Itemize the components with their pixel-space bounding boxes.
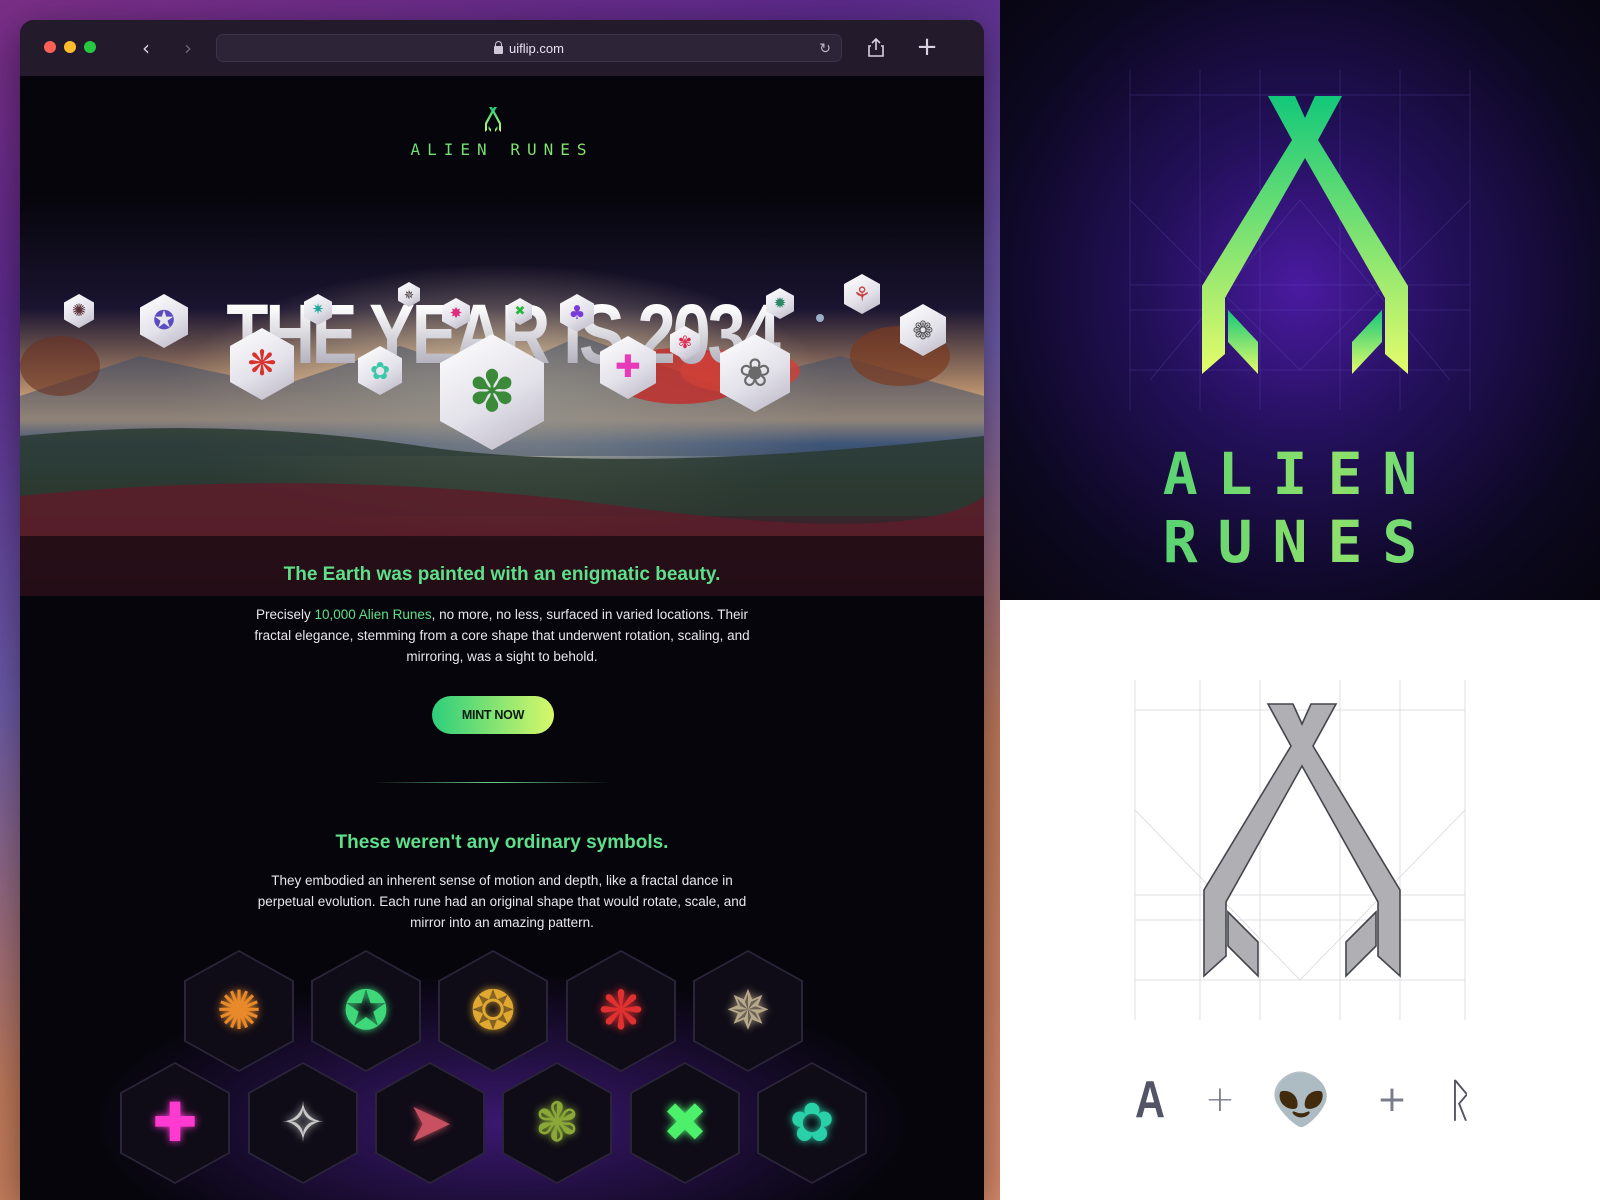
address-bar[interactable]: uiflip.com ↻ [216,34,842,62]
logo-concept-equation: A + 👽 + ᚱ [1000,1060,1600,1140]
plus-icon: + [1204,1079,1236,1120]
rune-glyph-icon: ✸ [449,304,463,322]
mint-now-button[interactable]: MINT NOW [432,696,554,734]
rune-count-highlight: 10,000 Alien Runes [314,607,432,622]
rune-glyph-icon: ✿ [789,1091,835,1154]
rune-glyph-icon: ♣ [568,301,586,324]
minimize-window-button[interactable] [64,41,76,53]
forward-button[interactable]: › [174,34,202,62]
url-text: uiflip.com [509,41,564,56]
rune-glyph-icon: ✽ [468,358,516,425]
rune-glyph-icon: ✺ [216,979,262,1042]
rune-glyph-icon: ✚ [152,1091,198,1154]
rune-glyph-icon: ❂ [470,979,516,1042]
rune-glyph-icon: ✺ [71,300,87,321]
brand-name: ALIEN RUNES [20,140,984,159]
alien-runes-logo-wireframe-icon [1203,703,1401,978]
symbols-paragraph: They embodied an inherent sense of motio… [257,873,747,930]
rune-glyph-icon: ✧ [280,1091,326,1154]
rune-glyph-icon: ✖ [514,304,526,319]
close-window-button[interactable] [44,41,56,53]
rune-glyph-icon: ❃ [534,1091,580,1154]
alien-runes-logo-icon [485,107,501,132]
web-page: ALIEN RUNES THE YEAR IS 2034 ✺ ✪ ❋ ✷ ✿ ✵… [20,76,984,1200]
share-icon[interactable] [862,34,890,62]
back-button[interactable]: ‹ [132,34,160,62]
logo-dark-panel: ALIEN RUNES [1000,0,1600,600]
rune-glyph-icon: ❋ [247,343,277,384]
rune-glyph-icon: ✹ [773,294,787,312]
rune-glyph-icon: ❀ [738,350,772,396]
browser-window: ‹ › uiflip.com ↻ + ALIEN RUNES THE YEAR … [20,20,984,1200]
rune-glyph-icon: ✪ [343,979,389,1042]
new-tab-button[interactable]: + [912,32,942,62]
rune-glyph-icon: ✾ [677,332,693,353]
zoom-window-button[interactable] [84,41,96,53]
intro-paragraph: Precisely 10,000 Alien Runes, no more, n… [252,604,752,667]
rune-glyph-icon: ❋ [598,979,644,1042]
rune-glyph-icon: ✵ [725,979,771,1042]
rune-glyph-icon: ✷ [311,300,325,318]
rune-glyph-icon: ✵ [403,287,415,302]
plus-icon: + [1376,1079,1408,1120]
rune-glyph-icon: ✖ [662,1091,708,1154]
rune-glyph-icon: ⚘ [853,282,871,306]
browser-toolbar: ‹ › uiflip.com ↻ + [20,20,984,76]
rune-glyph-icon: ✪ [153,306,175,336]
tagline-heading: The Earth was painted with an enigmatic … [283,564,721,585]
rune-glyph-icon: ➤ [407,1091,453,1154]
symbols-heading: These weren't any ordinary symbols. [335,832,669,853]
rune-symbol-icon: ᚱ [1446,1073,1474,1127]
rune-glyph-icon: ✚ [615,349,641,385]
rune-glyph-icon: ✿ [369,356,391,385]
lock-icon [494,41,504,54]
rune-glyph-icon: ❁ [912,315,934,345]
hero-section: THE YEAR IS 2034 ✺ ✪ ❋ ✷ ✿ ✵ ✸ ♣ ✖ ✚ ✾ ❀ ✹ ⚘ ❁ ✽ [20,196,984,596]
letter-a-symbol: A [1134,1071,1166,1129]
section-divider [372,782,612,783]
reload-icon[interactable]: ↻ [819,35,831,63]
intro-text-start: Precisely [255,607,315,622]
brand-name-large: ALIEN RUNES [1000,440,1600,576]
logo-light-panel: A + 👽 + ᚱ [1000,600,1600,1200]
alien-face-icon: 👽 [1270,1071,1333,1129]
